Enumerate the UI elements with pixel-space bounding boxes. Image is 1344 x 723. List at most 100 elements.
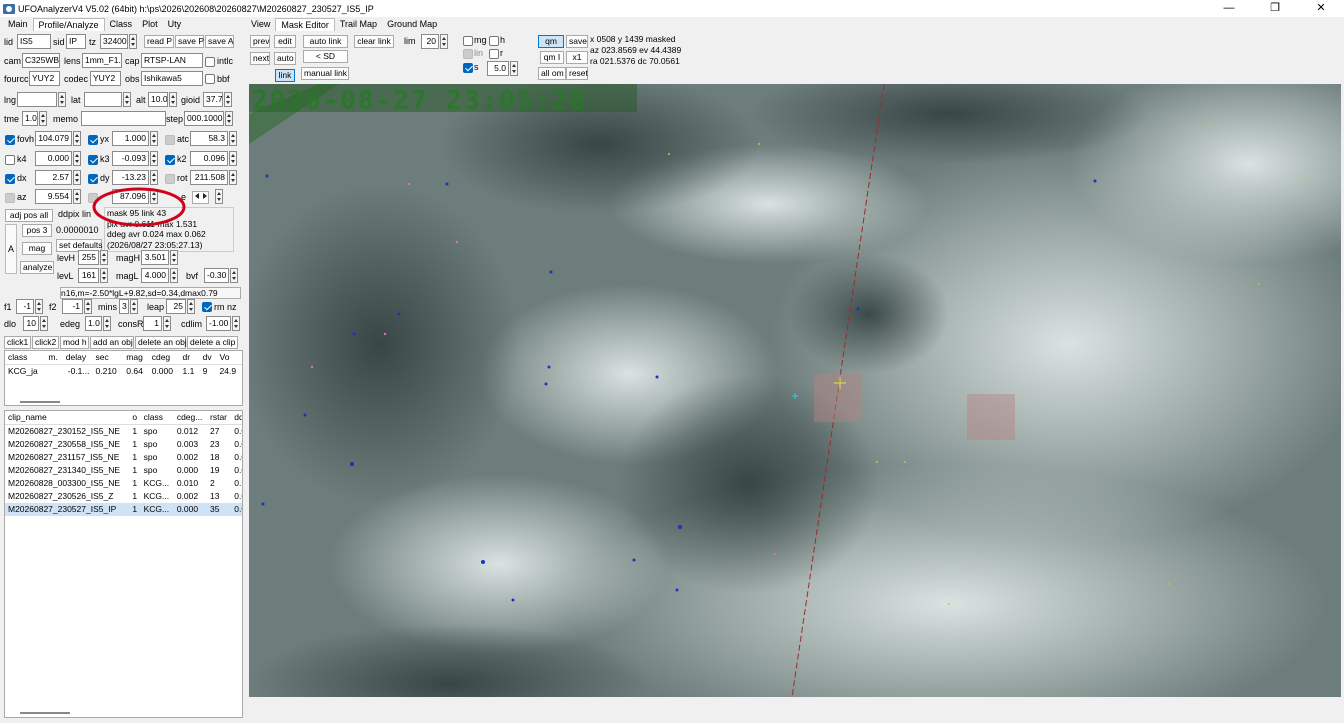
mag-button[interactable]: mag xyxy=(22,242,52,255)
step-spinner[interactable] xyxy=(225,111,233,126)
gioid-spinner[interactable] xyxy=(224,92,232,107)
click2-button[interactable]: click2 xyxy=(32,336,59,349)
tab-class[interactable]: Class xyxy=(105,18,138,31)
qm1-button[interactable]: qm I xyxy=(540,51,564,64)
consr-field[interactable]: 1 xyxy=(143,316,162,331)
memo-field[interactable] xyxy=(81,111,166,126)
table-row[interactable]: M20260827_230152_IS5_NE 1 spo 0.012 27 0.0096 xyxy=(5,425,242,439)
alt-spinner[interactable] xyxy=(169,92,177,107)
col-ddega[interactable]: ddega xyxy=(231,411,242,425)
next-button[interactable]: next xyxy=(250,52,270,65)
lim-spinner[interactable] xyxy=(440,34,448,49)
s-checkbox[interactable] xyxy=(463,63,473,73)
sd-button[interactable]: < SD xyxy=(303,50,348,63)
lat-field[interactable] xyxy=(84,92,122,107)
lens-field[interactable]: 1mm_F1.0 xyxy=(82,53,122,68)
tz-spinner[interactable] xyxy=(129,34,137,49)
tab-view[interactable]: View xyxy=(246,18,275,31)
dlo-field[interactable]: 10 xyxy=(23,316,39,331)
lid-field[interactable]: IS5 xyxy=(17,34,51,49)
intlc-checkbox[interactable] xyxy=(205,57,215,67)
fovh-field[interactable]: 104.079 xyxy=(35,131,72,146)
table-row[interactable]: M20260827_230558_IS5_NE 1 spo 0.003 23 0.0069 xyxy=(5,438,242,451)
k2-spinner[interactable] xyxy=(229,151,237,166)
col-cdeg[interactable]: cdeg xyxy=(149,351,180,365)
save-a-button[interactable]: save A xyxy=(205,35,234,48)
click1-button[interactable]: click1 xyxy=(4,336,31,349)
h-checkbox[interactable] xyxy=(489,36,499,46)
all-om-button[interactable]: all om xyxy=(538,67,566,80)
minimize-button[interactable]: — xyxy=(1206,0,1252,17)
tab-trail-map[interactable]: Trail Map xyxy=(335,18,382,31)
ev-step-spinner[interactable] xyxy=(215,189,223,204)
k2-checkbox[interactable] xyxy=(165,155,175,165)
col-delay[interactable]: delay xyxy=(63,351,93,365)
tab-plot[interactable]: Plot xyxy=(137,18,163,31)
bbf-checkbox[interactable] xyxy=(205,74,215,84)
edeg-spinner[interactable] xyxy=(103,316,111,331)
alt-field[interactable]: 10.0 xyxy=(148,92,168,107)
table-row[interactable]: M20260827_231157_IS5_NE 1 spo 0.002 18 0.0066 xyxy=(5,451,242,464)
lim-field[interactable]: 20 xyxy=(421,34,439,49)
dx-checkbox[interactable] xyxy=(5,174,15,184)
obs-field[interactable]: Ishikawa5 xyxy=(141,71,203,86)
az-spinner[interactable] xyxy=(73,189,81,204)
k3-field[interactable]: -0.093 xyxy=(112,151,149,166)
x1-button[interactable]: x1 xyxy=(566,51,588,64)
class-table-scrollbar[interactable] xyxy=(20,401,60,403)
lng-field[interactable] xyxy=(17,92,57,107)
yx-field[interactable]: 1.000 xyxy=(112,131,149,146)
table-row[interactable]: KCG_ja -0.1... 0.210 0.64 0.000 1.1 9 24… xyxy=(5,365,242,379)
tab-profile-analyze[interactable]: Profile/Analyze xyxy=(32,18,105,31)
table-row[interactable]: M20260827_230527_IS5_IP 1 KCG... 0.000 35 0.0… xyxy=(5,503,242,516)
cdlim-field[interactable]: -1.00 xyxy=(206,316,231,331)
magl-spinner[interactable] xyxy=(170,268,178,283)
k3-checkbox[interactable] xyxy=(88,155,98,165)
save-button[interactable]: save xyxy=(566,35,588,48)
k3-spinner[interactable] xyxy=(150,151,158,166)
levh-field[interactable]: 255 xyxy=(78,250,99,265)
yx-spinner[interactable] xyxy=(150,131,158,146)
f1-spinner[interactable] xyxy=(35,299,43,314)
link-button[interactable]: link xyxy=(275,69,295,82)
col-o[interactable]: o xyxy=(129,411,140,425)
table-row[interactable]: M20260827_230526_IS5_Z 1 KCG... 0.002 13 0.02… xyxy=(5,490,242,503)
dy-checkbox[interactable] xyxy=(88,174,98,184)
maximize-button[interactable]: ❐ xyxy=(1252,0,1298,17)
lat-spinner[interactable] xyxy=(123,92,131,107)
fovh-spinner[interactable] xyxy=(73,131,81,146)
qm-button[interactable]: qm xyxy=(538,35,564,48)
col-rstar[interactable]: rstar xyxy=(207,411,231,425)
k4-spinner[interactable] xyxy=(73,151,81,166)
reset-button[interactable]: reset xyxy=(566,67,588,80)
tab-mask-editor[interactable]: Mask Editor xyxy=(275,18,335,31)
tme-spinner[interactable] xyxy=(39,111,47,126)
step-field[interactable]: 000.1000 xyxy=(184,111,224,126)
mins-field[interactable]: 3 xyxy=(119,299,129,314)
r-checkbox[interactable] xyxy=(489,49,499,59)
magh-spinner[interactable] xyxy=(170,250,178,265)
rot-field[interactable]: 211.508 xyxy=(190,170,228,185)
leap-field[interactable]: 25 xyxy=(166,299,186,314)
col-clip-name[interactable]: clip_name xyxy=(5,411,129,425)
pos3-button[interactable]: pos 3 xyxy=(22,224,52,237)
levh-spinner[interactable] xyxy=(100,250,108,265)
fovh-checkbox[interactable] xyxy=(5,135,15,145)
mod-h-button[interactable]: mod h xyxy=(60,336,89,349)
col-dr[interactable]: dr xyxy=(180,351,200,365)
rot-checkbox[interactable] xyxy=(165,174,175,184)
az-checkbox[interactable] xyxy=(5,193,15,203)
col-vo[interactable]: Vo xyxy=(217,351,242,365)
f2-field[interactable]: -1 xyxy=(62,299,83,314)
f2-spinner[interactable] xyxy=(84,299,92,314)
consr-spinner[interactable] xyxy=(163,316,171,331)
save-p-button[interactable]: save P xyxy=(175,35,204,48)
k4-field[interactable]: 0.000 xyxy=(35,151,72,166)
col-dv[interactable]: dv xyxy=(200,351,217,365)
col-m[interactable]: m. xyxy=(45,351,62,365)
lin-checkbox[interactable] xyxy=(463,49,473,59)
table-row[interactable]: M20260827_231340_IS5_NE 1 spo 0.000 19 0.0124 xyxy=(5,464,242,477)
delete-clip-button[interactable]: delete a clip xyxy=(187,336,238,349)
tab-ground-map[interactable]: Ground Map xyxy=(382,18,442,31)
dx-field[interactable]: 2.57 xyxy=(35,170,72,185)
